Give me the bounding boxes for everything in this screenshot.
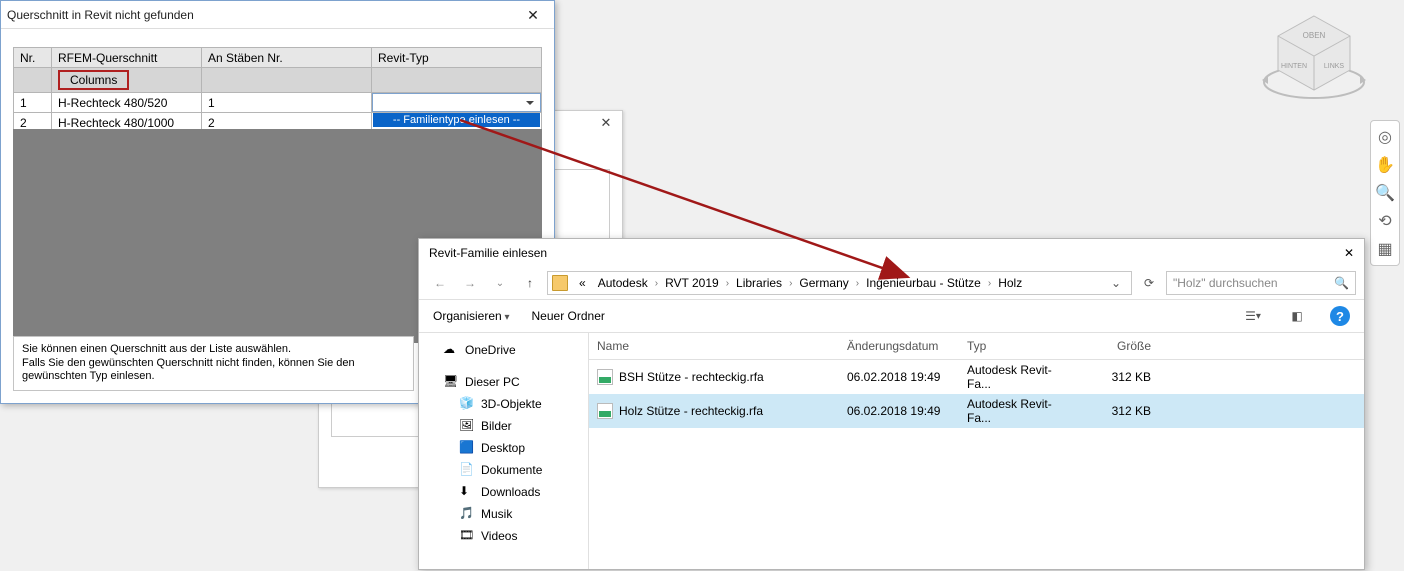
bg-close-icon[interactable]: ✕ [594, 115, 618, 135]
nav-music[interactable]: 🎵Musik [419, 503, 588, 525]
category-label: Columns [58, 70, 129, 90]
rfa-file-icon [597, 369, 613, 385]
organize-menu[interactable]: Organisieren [433, 309, 510, 323]
nav-thispc[interactable]: 🖥Dieser PC [419, 371, 588, 393]
pc-icon: 🖥 [443, 374, 459, 390]
file-list[interactable]: Name Änderungsdatum Typ Größe BSH Stütze… [589, 333, 1364, 569]
bc-prefix[interactable]: « [574, 276, 591, 290]
nav-pan-icon[interactable]: ✋ [1372, 152, 1398, 178]
documents-icon: 📄 [459, 462, 475, 478]
search-icon: 🔍 [1334, 276, 1349, 290]
col-name[interactable]: Name [589, 333, 839, 359]
revit-type-select[interactable]: -- Familientype einlesen -- [372, 93, 541, 112]
th-nr[interactable]: Nr. [14, 48, 52, 68]
nav-up-icon[interactable]: ↑ [517, 271, 543, 295]
col-type[interactable]: Typ [959, 333, 1079, 359]
crumb[interactable]: Germany [794, 276, 853, 290]
crumb[interactable]: Autodesk [593, 276, 653, 290]
viewcube-left-label: HINTEN [1281, 63, 1307, 70]
onedrive-icon: ☁ [443, 342, 459, 358]
th-stab[interactable]: An Stäben Nr. [202, 48, 372, 68]
nav-fwd-icon: → [457, 271, 483, 295]
hint-box: Sie können einen Querschnitt aus der Lis… [13, 336, 414, 391]
new-folder-button[interactable]: Neuer Ordner [532, 309, 605, 323]
nav-wheel-icon[interactable]: ◎ [1372, 124, 1398, 150]
table-row[interactable]: 1 H-Rechteck 480/520 1 -- Familientype e… [14, 93, 542, 113]
crumb[interactable]: Libraries [731, 276, 787, 290]
crumb[interactable]: Ingenieurbau - Stütze [861, 276, 986, 290]
nav-pictures[interactable]: 🖼Bilder [419, 415, 588, 437]
querschnitt-table[interactable]: Nr. RFEM-Querschnitt An Stäben Nr. Revit… [13, 47, 542, 133]
nav-documents[interactable]: 📄Dokumente [419, 459, 588, 481]
dlg2-close-icon[interactable]: ✕ [1344, 239, 1354, 267]
nav-look-icon[interactable]: ▦ [1372, 236, 1398, 262]
search-input[interactable]: "Holz" durchsuchen 🔍 [1166, 271, 1356, 295]
viewcube-right-label: LINKS [1324, 63, 1345, 70]
revit-type-option[interactable]: -- Familientype einlesen -- [373, 113, 540, 127]
viewcube-top-label: OBEN [1303, 31, 1326, 40]
rfa-file-icon [597, 403, 613, 419]
nav-dropdown-icon[interactable]: ⌄ [487, 271, 513, 295]
crumb[interactable]: RVT 2019 [660, 276, 724, 290]
nav-desktop[interactable]: 🟦Desktop [419, 437, 588, 459]
nav-3dobjects[interactable]: 🧊3D-Objekte [419, 393, 588, 415]
th-revit[interactable]: Revit-Typ [372, 48, 542, 68]
nav-back-icon[interactable]: ← [427, 271, 453, 295]
nav-tree[interactable]: ☁OneDrive 🖥Dieser PC 🧊3D-Objekte 🖼Bilder… [419, 333, 589, 569]
view-mode-icon[interactable]: ☰ [1242, 305, 1264, 327]
dlg1-close-icon[interactable]: ✕ [518, 1, 548, 29]
desktop-icon: 🟦 [459, 440, 475, 456]
bc-expand-icon[interactable]: ⌄ [1105, 276, 1127, 290]
breadcrumb[interactable]: « Autodesk› RVT 2019› Libraries› Germany… [547, 271, 1132, 295]
downloads-icon: ⬇ [459, 484, 475, 500]
col-size[interactable]: Größe [1079, 333, 1159, 359]
pictures-icon: 🖼 [459, 418, 475, 434]
nav-zoom-icon[interactable]: 🔍 [1372, 180, 1398, 206]
nav-onedrive[interactable]: ☁OneDrive [419, 339, 588, 361]
refresh-icon[interactable]: ⟳ [1136, 276, 1162, 290]
preview-pane-icon[interactable]: ◧ [1286, 305, 1308, 327]
dlg1-title: Querschnitt in Revit nicht gefunden [7, 1, 194, 29]
file-row[interactable]: BSH Stütze - rechteckig.rfa 06.02.2018 1… [589, 360, 1364, 394]
nav-videos[interactable]: 🎞Videos [419, 525, 588, 547]
help-icon[interactable]: ? [1330, 306, 1350, 326]
nav-toolbar: ◎ ✋ 🔍 ⟲ ▦ [1370, 120, 1400, 266]
nav-downloads[interactable]: ⬇Downloads [419, 481, 588, 503]
dlg2-title: Revit-Familie einlesen [429, 239, 547, 267]
cube-icon: 🧊 [459, 396, 475, 412]
th-rfem[interactable]: RFEM-Querschnitt [52, 48, 202, 68]
search-placeholder: "Holz" durchsuchen [1173, 276, 1278, 290]
col-date[interactable]: Änderungsdatum [839, 333, 959, 359]
file-open-dialog: Revit-Familie einlesen ✕ ← → ⌄ ↑ « Autod… [418, 238, 1365, 570]
music-icon: 🎵 [459, 506, 475, 522]
view-cube[interactable]: OBEN HINTEN LINKS [1254, 10, 1374, 110]
nav-orbit-icon[interactable]: ⟲ [1372, 208, 1398, 234]
category-row[interactable]: Columns [14, 68, 542, 93]
crumb[interactable]: Holz [993, 276, 1027, 290]
folder-icon [552, 275, 568, 291]
videos-icon: 🎞 [459, 528, 475, 544]
file-row[interactable]: Holz Stütze - rechteckig.rfa 06.02.2018 … [589, 394, 1364, 428]
